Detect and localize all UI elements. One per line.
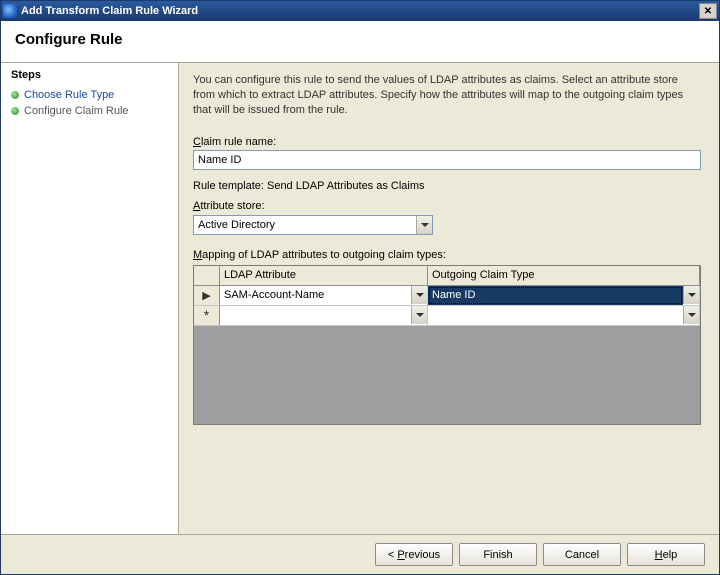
ldap-attribute-cell[interactable] xyxy=(220,306,428,325)
titlebar: Add Transform Claim Rule Wizard ✕ xyxy=(1,1,719,21)
app-icon xyxy=(3,4,17,18)
finish-button[interactable]: Finish xyxy=(459,543,537,566)
chevron-down-icon[interactable] xyxy=(411,306,427,324)
row-indicator-new: * xyxy=(194,306,220,325)
wizard-window: Add Transform Claim Rule Wizard ✕ Config… xyxy=(0,0,720,575)
chevron-down-icon[interactable] xyxy=(411,286,427,304)
rule-name-label: Claim rule name: xyxy=(193,136,701,148)
attribute-store-label: Attribute store: xyxy=(193,200,701,212)
col-header-claim[interactable]: Outgoing Claim Type xyxy=(428,266,700,285)
grid-row-new[interactable]: * xyxy=(194,306,700,326)
ldap-attribute-cell[interactable]: SAM-Account-Name xyxy=(220,286,428,305)
window-title: Add Transform Claim Rule Wizard xyxy=(21,5,699,17)
close-button[interactable]: ✕ xyxy=(699,3,717,19)
chevron-down-icon[interactable] xyxy=(683,306,699,324)
mapping-label: Mapping of LDAP attributes to outgoing c… xyxy=(193,249,701,261)
rule-template-text: Rule template: Send LDAP Attributes as C… xyxy=(193,180,701,192)
step-label: Choose Rule Type xyxy=(24,89,114,101)
help-button[interactable]: Help xyxy=(627,543,705,566)
description-text: You can configure this rule to send the … xyxy=(193,73,701,118)
rule-name-input[interactable] xyxy=(193,150,701,170)
step-configure-claim-rule[interactable]: Configure Claim Rule xyxy=(11,103,168,119)
wizard-body: Steps Choose Rule Type Configure Claim R… xyxy=(1,63,719,534)
cancel-button[interactable]: Cancel xyxy=(543,543,621,566)
mapping-grid: LDAP Attribute Outgoing Claim Type ▶ SAM… xyxy=(193,265,701,425)
outgoing-claim-cell[interactable]: Name ID xyxy=(428,286,700,305)
steps-heading: Steps xyxy=(11,69,168,81)
wizard-footer: < Previous Finish Cancel Help xyxy=(1,534,719,574)
chevron-down-icon[interactable] xyxy=(416,216,432,234)
main-panel: You can configure this rule to send the … xyxy=(179,63,719,534)
outgoing-claim-cell[interactable] xyxy=(428,306,700,325)
grid-corner xyxy=(194,266,220,285)
step-choose-rule-type[interactable]: Choose Rule Type xyxy=(11,87,168,103)
row-indicator-current: ▶ xyxy=(194,286,220,305)
chevron-down-icon[interactable] xyxy=(683,286,699,304)
close-icon: ✕ xyxy=(704,6,712,17)
step-label: Configure Claim Rule xyxy=(24,105,129,117)
attribute-store-combo[interactable]: Active Directory xyxy=(193,215,433,235)
grid-row[interactable]: ▶ SAM-Account-Name Name ID xyxy=(194,286,700,306)
page-title: Configure Rule xyxy=(15,31,705,48)
attribute-store-value: Active Directory xyxy=(194,218,416,232)
steps-sidebar: Steps Choose Rule Type Configure Claim R… xyxy=(1,63,179,534)
step-bullet-icon xyxy=(11,107,19,115)
step-bullet-icon xyxy=(11,91,19,99)
col-header-ldap[interactable]: LDAP Attribute xyxy=(220,266,428,285)
grid-empty-area xyxy=(194,326,700,424)
wizard-header: Configure Rule xyxy=(1,21,719,63)
grid-header-row: LDAP Attribute Outgoing Claim Type xyxy=(194,266,700,286)
previous-button[interactable]: < Previous xyxy=(375,543,453,566)
